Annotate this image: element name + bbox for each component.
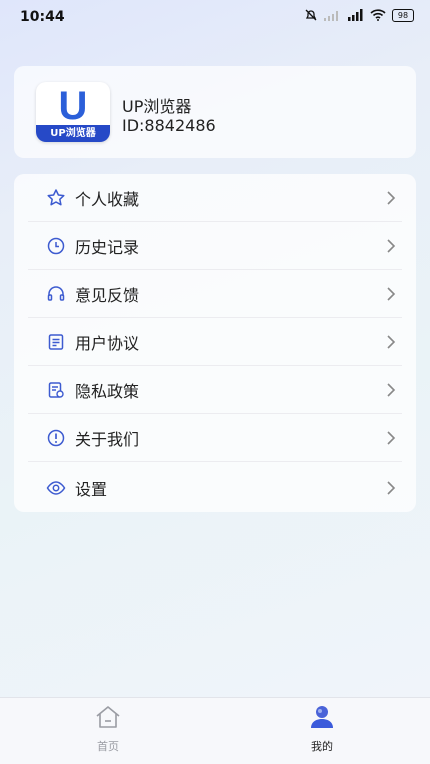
signal-full-icon [348,9,363,21]
app-logo: U UP浏览器 [36,82,110,142]
privacy-doc-icon [46,380,66,400]
logo-text: UP浏览器 [36,125,110,142]
menu-card: 个人收藏 历史记录 意见反馈 用户协议 隐私政策 关于我们 设置 [14,174,416,512]
menu-item-feedback[interactable]: 意见反馈 [28,270,402,318]
chevron-right-icon [387,287,396,301]
battery-indicator: 98 [392,8,414,22]
divider [28,461,402,462]
mute-bell-icon [305,9,317,21]
status-icons: 98 [304,8,414,22]
menu-item-label: 历史记录 [75,238,140,257]
menu-item-label: 意见反馈 [75,286,140,305]
settings-eye-icon [46,478,66,498]
menu-item-label: 设置 [75,480,108,499]
info-icon [46,428,66,448]
menu-item-settings[interactable]: 设置 [28,464,402,512]
menu-item-favorites[interactable]: 个人收藏 [28,174,402,222]
chevron-right-icon [387,383,396,397]
document-icon [46,332,66,352]
menu-item-label: 隐私政策 [75,382,140,401]
chevron-right-icon [387,481,396,495]
signal-icon [324,11,338,21]
profile-name: UP浏览器 [122,97,192,116]
chevron-right-icon [387,431,396,445]
profile-card: U UP浏览器 UP浏览器 ID:8842486 [14,66,416,158]
status-time: 10:44 [20,9,65,25]
chevron-right-icon [387,239,396,253]
status-bar: 10:44 98 [0,0,430,34]
menu-item-label: 关于我们 [75,430,140,449]
clock-icon [46,236,66,256]
bottom-tab-bar: 首页 我的 [0,697,430,764]
menu-item-user-agreement[interactable]: 用户协议 [28,318,402,366]
menu-item-label: 用户协议 [75,334,140,353]
home-icon [96,706,120,728]
chevron-right-icon [387,335,396,349]
tab-mine[interactable]: 我的 [292,704,352,754]
star-icon [46,188,66,208]
tab-home[interactable]: 首页 [78,704,138,754]
tab-label: 首页 [97,740,119,753]
logo-u-glyph: U [58,84,88,128]
menu-item-label: 个人收藏 [75,190,140,209]
user-icon [311,706,333,728]
headset-icon [46,284,66,304]
tab-label: 我的 [311,740,333,753]
wifi-icon [370,9,386,21]
menu-item-privacy-policy[interactable]: 隐私政策 [28,366,402,414]
menu-item-about-us[interactable]: 关于我们 [28,414,402,462]
menu-item-history[interactable]: 历史记录 [28,222,402,270]
profile-id: ID:8842486 [122,116,216,135]
chevron-right-icon [387,191,396,205]
